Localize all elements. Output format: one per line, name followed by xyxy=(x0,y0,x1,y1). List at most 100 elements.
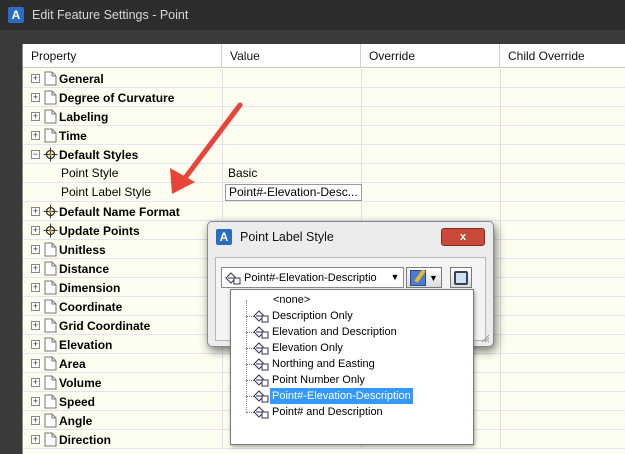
category-label: Angle xyxy=(59,413,93,428)
property-category-row[interactable]: + Default Name Format xyxy=(23,202,625,221)
property-child-row[interactable]: Point Label Style Point#-Elevation-Desc..… xyxy=(23,183,625,202)
expand-icon[interactable]: + xyxy=(31,93,40,102)
property-category-row[interactable]: + Time xyxy=(23,126,625,145)
page-icon xyxy=(44,242,57,257)
category-label: Labeling xyxy=(59,109,109,124)
option-label: Elevation and Description xyxy=(272,326,397,338)
expand-icon[interactable]: + xyxy=(31,416,40,425)
category-label: Volume xyxy=(59,375,102,390)
edit-style-button[interactable]: ▼ xyxy=(406,267,442,288)
category-cell: + Volume xyxy=(23,373,101,392)
expand-icon[interactable]: + xyxy=(31,321,40,330)
page-icon xyxy=(44,109,57,124)
column-header-override[interactable]: Override xyxy=(361,44,500,68)
category-cell: + Coordinate xyxy=(23,297,122,316)
page-icon xyxy=(44,128,57,143)
category-label: Default Styles xyxy=(59,147,139,162)
expand-icon[interactable]: + xyxy=(31,359,40,368)
browse-icon xyxy=(454,271,468,285)
label-style-icon xyxy=(253,310,269,323)
dropdown-option[interactable]: <none> xyxy=(231,292,473,308)
category-cell: + Grid Coordinate xyxy=(23,316,150,335)
category-label: Unitless xyxy=(59,242,106,257)
page-icon xyxy=(44,337,57,352)
expand-icon[interactable]: + xyxy=(31,74,40,83)
expand-icon[interactable]: + xyxy=(31,302,40,311)
dropdown-option[interactable]: Point#-Elevation-Description xyxy=(231,388,473,404)
category-cell: + Update Points xyxy=(23,221,140,240)
chevron-down-icon[interactable]: ▼ xyxy=(387,268,403,287)
crosshair-target-icon xyxy=(43,204,58,219)
category-label: Distance xyxy=(59,261,110,276)
category-label: Time xyxy=(59,128,87,143)
property-category-row[interactable]: + Degree of Curvature xyxy=(23,88,625,107)
property-value-field[interactable]: Point#-Elevation-Desc... xyxy=(225,184,362,201)
property-category-row[interactable]: + Labeling xyxy=(23,107,625,126)
column-header-child-override[interactable]: Child Override xyxy=(500,44,625,68)
expand-icon[interactable]: + xyxy=(31,397,40,406)
label-style-icon xyxy=(253,374,269,387)
autocad-logo-icon: A xyxy=(8,7,24,23)
category-cell: + Degree of Curvature xyxy=(23,88,174,107)
expand-icon[interactable]: + xyxy=(31,378,40,387)
category-cell: + Dimension xyxy=(23,278,120,297)
option-label: Point Number Only xyxy=(272,374,365,386)
expand-icon[interactable]: + xyxy=(31,264,40,273)
property-category-row[interactable]: − Default Styles xyxy=(23,145,625,164)
expand-icon[interactable]: + xyxy=(31,112,40,121)
category-cell: − Default Styles xyxy=(23,145,138,164)
dropdown-option[interactable]: Northing and Easting xyxy=(231,356,473,372)
expand-icon[interactable]: + xyxy=(31,340,40,349)
crosshair-target-icon xyxy=(43,147,58,162)
page-icon xyxy=(44,318,57,333)
dropdown-option[interactable]: Point Number Only xyxy=(231,372,473,388)
expand-icon[interactable]: + xyxy=(31,207,40,216)
category-label: Area xyxy=(59,356,86,371)
window-title: Edit Feature Settings - Point xyxy=(32,8,189,22)
expand-icon[interactable]: + xyxy=(31,226,40,235)
page-icon xyxy=(44,280,57,295)
category-cell: + Area xyxy=(23,354,86,373)
page-icon xyxy=(44,299,57,314)
expand-icon[interactable]: + xyxy=(31,283,40,292)
label-style-icon xyxy=(253,342,269,355)
page-icon xyxy=(44,394,57,409)
dropdown-option[interactable]: Elevation Only xyxy=(231,340,473,356)
option-label: Elevation Only xyxy=(272,342,343,354)
label-style-icon xyxy=(253,358,269,371)
label-style-icon xyxy=(225,271,241,284)
label-style-combo[interactable]: Point#-Elevation-Descriptio ▼ xyxy=(221,267,404,288)
combo-value: Point#-Elevation-Descriptio xyxy=(244,271,377,284)
dropdown-option[interactable]: Elevation and Description xyxy=(231,324,473,340)
column-header-property[interactable]: Property xyxy=(23,44,222,68)
browse-button[interactable] xyxy=(450,267,472,288)
category-cell: + General xyxy=(23,69,104,88)
resize-grip-icon[interactable] xyxy=(480,333,490,343)
option-label: <none> xyxy=(273,294,311,306)
property-value[interactable]: Basic xyxy=(228,164,257,183)
dialog-title: Point Label Style xyxy=(240,230,334,244)
property-child-row[interactable]: Point Style Basic xyxy=(23,164,625,183)
dropdown-option[interactable]: Point# and Description xyxy=(231,404,473,420)
option-label: Point#-Elevation-Description xyxy=(270,388,413,404)
label-style-dropdown-list: <none> Description Only Elevation and Desc… xyxy=(230,289,474,445)
property-category-row[interactable]: + General xyxy=(23,69,625,88)
crosshair-target-icon xyxy=(43,223,58,238)
category-label: Grid Coordinate xyxy=(59,318,151,333)
category-label: Elevation xyxy=(59,337,113,352)
expand-icon[interactable]: + xyxy=(31,245,40,254)
category-cell: + Time xyxy=(23,126,87,145)
category-label: Dimension xyxy=(59,280,121,295)
column-header-value[interactable]: Value xyxy=(222,44,361,68)
category-cell: + Distance xyxy=(23,259,109,278)
expand-icon[interactable]: + xyxy=(31,435,40,444)
option-label: Northing and Easting xyxy=(272,358,375,370)
category-label: Direction xyxy=(59,432,112,447)
category-cell: + Default Name Format xyxy=(23,202,180,221)
dropdown-option[interactable]: Description Only xyxy=(231,308,473,324)
category-cell: + Labeling xyxy=(23,107,108,126)
close-button[interactable]: x xyxy=(441,228,485,246)
category-cell: + Angle xyxy=(23,411,92,430)
expand-icon[interactable]: + xyxy=(31,131,40,140)
collapse-icon[interactable]: − xyxy=(31,150,40,159)
